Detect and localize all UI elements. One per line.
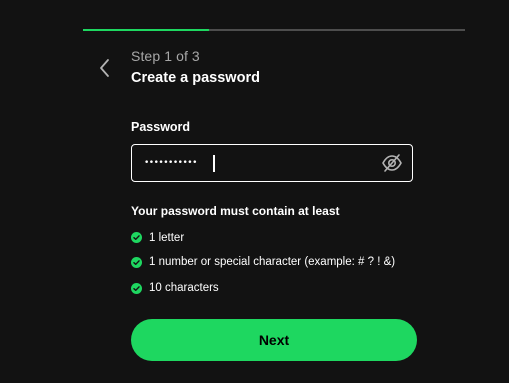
password-input[interactable] (144, 153, 364, 173)
back-button[interactable] (96, 56, 116, 80)
check-circle-icon (131, 256, 142, 268)
step-indicator: Step 1 of 3 (131, 48, 200, 64)
password-field[interactable] (131, 144, 413, 182)
requirement-item: 10 characters (131, 275, 395, 301)
check-circle-icon (131, 282, 142, 294)
text-caret (213, 155, 215, 172)
requirement-text: 1 letter (149, 231, 185, 244)
show-password-toggle[interactable] (381, 153, 403, 173)
check-circle-icon (131, 232, 142, 243)
eye-off-icon (382, 154, 402, 172)
requirement-item: 1 number or special character (example: … (131, 249, 395, 275)
progress-bar-fill (83, 29, 210, 31)
requirement-item: 1 letter (131, 226, 395, 249)
requirement-text: 1 number or special character (example: … (149, 256, 396, 268)
chevron-left-icon (100, 59, 109, 77)
progress-bar (83, 29, 465, 31)
password-label: Password (131, 120, 191, 134)
requirements-list: 1 letter 1 number or special character (… (131, 226, 395, 301)
requirement-text: 10 characters (149, 282, 219, 294)
page-title: Create a password (131, 70, 260, 86)
next-button[interactable]: Next (131, 319, 417, 361)
requirements-heading: Your password must contain at least (131, 204, 340, 218)
